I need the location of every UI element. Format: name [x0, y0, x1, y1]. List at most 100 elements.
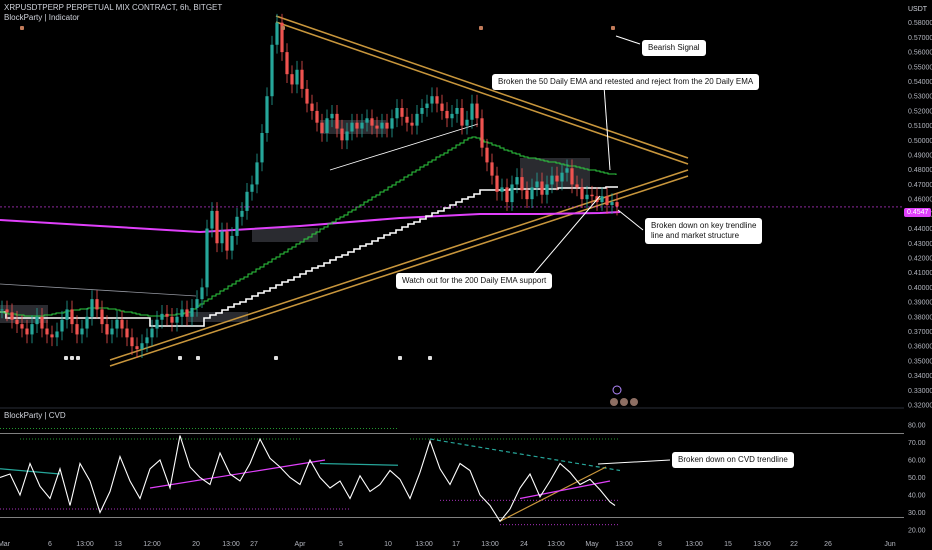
candle-body	[415, 113, 419, 126]
candle-body	[405, 116, 409, 123]
callout-pointer	[603, 85, 611, 171]
price-tick-label: 0.55000	[908, 64, 932, 71]
time-tick-label: 13:00	[615, 541, 633, 548]
candle-body	[265, 96, 269, 133]
time-tick-label: 27	[250, 541, 258, 548]
candle-body	[495, 175, 499, 192]
cvd-trendline	[319, 462, 399, 466]
candle-body	[610, 202, 614, 206]
candle-body	[85, 316, 89, 329]
candle-body	[25, 328, 29, 335]
time-tick-label: 13:00	[685, 541, 703, 548]
candle-body	[140, 343, 144, 350]
candle-body	[75, 324, 79, 335]
currency-label: USDT	[908, 6, 928, 13]
callout-pointer	[617, 209, 644, 231]
price-tick-label: 0.50000	[908, 138, 932, 145]
candle-body	[420, 107, 424, 114]
candle-body	[195, 299, 199, 308]
candle-body	[600, 196, 604, 203]
signal-marker	[20, 26, 24, 30]
candle-body	[255, 162, 259, 185]
time-tick-label: 13:00	[415, 541, 433, 548]
range-zone	[252, 228, 318, 242]
candle-body	[100, 309, 104, 325]
price-tick-label: 0.42000	[908, 255, 932, 262]
price-tick-label: 0.53000	[908, 94, 932, 101]
price-tick-label: 0.52000	[908, 108, 932, 115]
candle-body	[5, 309, 9, 313]
price-tick-label: 0.54000	[908, 79, 932, 86]
time-tick-label: 5	[339, 541, 343, 548]
price-tick-label: 0.32000	[908, 403, 932, 410]
price-tick-label: 0.51000	[908, 123, 932, 130]
candle-body	[425, 103, 429, 108]
time-tick-label: 13	[114, 541, 122, 548]
candle-body	[315, 110, 319, 123]
event-marker	[428, 356, 432, 360]
candle-body	[130, 337, 134, 347]
triangle-trendline	[109, 175, 689, 367]
candle-body	[580, 187, 584, 200]
time-tick-label: 6	[48, 541, 52, 548]
earnings-marker	[630, 398, 638, 406]
cvd-title: BlockParty | CVD	[4, 411, 66, 420]
candle-body	[350, 122, 354, 132]
symbol-title: XRPUSDTPERP PERPETUAL MIX CONTRACT, 6h, …	[4, 3, 223, 12]
candle-body	[45, 328, 49, 335]
candle-body	[605, 196, 609, 206]
candle-body	[470, 103, 474, 120]
candle-body	[225, 231, 229, 251]
cvd-line	[0, 435, 616, 523]
cvd-tick-label: 60.00	[908, 458, 926, 465]
price-tick-label: 0.40000	[908, 285, 932, 292]
last-price-badge: 0.4547	[904, 208, 932, 217]
candle-body	[10, 312, 14, 320]
candle-body	[235, 216, 239, 236]
candle-body	[285, 52, 289, 75]
event-marker	[178, 356, 182, 360]
candle-body	[510, 184, 514, 203]
event-marker	[196, 356, 200, 360]
candle-body	[440, 103, 444, 111]
candle-body	[150, 328, 154, 338]
candle-body	[120, 319, 124, 329]
candle-body	[460, 107, 464, 126]
event-marker	[70, 356, 74, 360]
callout-trendline-break: Broken down on key trendline line and ma…	[645, 218, 763, 244]
callout-pointer	[529, 195, 601, 279]
candle-body	[340, 128, 344, 141]
candle-body	[185, 309, 189, 317]
candle-body	[370, 118, 374, 126]
candle-body	[545, 184, 549, 195]
candle-body	[50, 334, 54, 338]
candle-body	[390, 118, 394, 129]
candle-body	[375, 125, 379, 129]
time-tick-label: Jun	[884, 541, 895, 548]
price-tick-label: 0.56000	[908, 50, 932, 57]
range-zones	[0, 120, 590, 323]
price-tick-label: 0.41000	[908, 270, 932, 277]
cvd-tick-label: 50.00	[908, 475, 926, 482]
candle-body	[155, 319, 159, 329]
candle-body	[190, 307, 194, 317]
candle-body	[615, 202, 619, 207]
candle-body	[515, 177, 519, 185]
cvd-trendline	[0, 468, 61, 475]
price-tick-label: 0.34000	[908, 373, 932, 380]
candle-body	[300, 69, 304, 89]
candle-body	[575, 184, 579, 188]
candle-body	[60, 319, 64, 332]
callout-cvd-break: Broken down on CVD trendline	[672, 452, 794, 468]
candle-body	[210, 210, 214, 229]
candle-body	[175, 316, 179, 323]
candle-body	[305, 88, 309, 104]
candle-body	[90, 299, 94, 317]
time-tick-label: May	[585, 541, 599, 548]
price-tick-label: 0.47000	[908, 182, 932, 189]
price-tick-label: 0.57000	[908, 35, 932, 42]
info-marker	[612, 385, 622, 395]
callout-ema-break: Broken the 50 Daily EMA and retested and…	[492, 74, 760, 90]
candle-body	[145, 337, 149, 344]
candle-body	[530, 187, 534, 200]
